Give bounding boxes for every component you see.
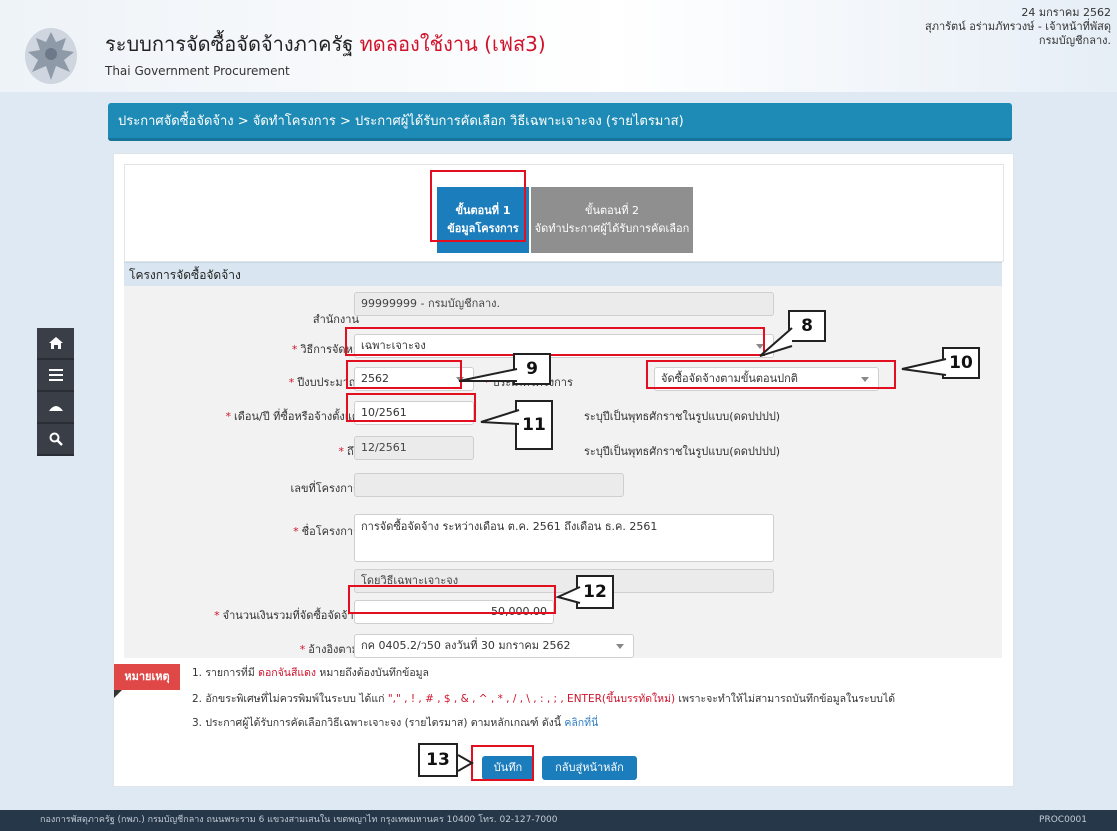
breadcrumb: ประกาศจัดซื้อจัดจ้าง > จัดทำโครงการ > ปร… [108,103,1012,141]
project-type-select[interactable]: จัดซื้อจัดจ้างตามขั้นตอนปกติ [654,367,879,391]
callout-10: 10 [901,347,980,379]
search-button[interactable] [37,424,74,456]
footer-address: กองการพัสดุภาครัฐ (กพภ.) กรมบัญชีกลาง ถน… [40,815,558,825]
system-name: ระบบการจัดซื้อจัดจ้างภาครัฐ [105,32,354,56]
step-1-tab[interactable]: ขั้นตอนที่ 1 ข้อมูลโครงการ [437,187,529,253]
current-date: 24 มกราคม 2562 [1021,6,1111,19]
step-2-label: จัดทำประกาศผู้ได้รับการคัดเลือก [534,222,690,235]
callout-10-pointer [901,358,947,376]
callout-13: 13 [418,743,475,777]
app-title: ระบบการจัดซื้อจัดจ้างภาครัฐ ทดลองใช้งาน … [105,28,546,60]
step-2-number: ขั้นตอนที่ 2 [584,204,640,217]
note-line-2: 2. อักขระพิเศษที่ไม่ควรพิมพ์ในระบบ ได้แก… [192,693,896,705]
collapse-button[interactable] [37,392,74,424]
save-button[interactable]: บันทึก [482,756,534,780]
user-department: กรมบัญชีกลาง. [1038,34,1111,47]
note-tag-tail [114,690,122,698]
step-1-number: ขั้นตอนที่ 1 [455,204,511,217]
project-name-field[interactable]: การจัดซื้อจัดจ้าง ระหว่างเดือน ต.ค. 2561… [354,514,774,562]
start-month-field[interactable]: 10/2561 [354,401,474,425]
callout-13-pointer [457,754,475,772]
side-toolbar [37,328,74,456]
collapse-icon [48,406,63,411]
page-code: PROC0001 [1039,815,1087,825]
end-month-hint: ระบุปีเป็นพุทธศักราชในรูปแบบ(ดดปปปป) [584,445,781,458]
main-panel: ขั้นตอนที่ 1 ข้อมูลโครงการ ขั้นตอนที่ 2 … [113,153,1014,787]
amount-field[interactable]: 50,000.00 [354,600,554,624]
step-1-label: ข้อมูลโครงการ [447,222,519,235]
callout-8-pointer [759,327,793,357]
back-to-main-button[interactable]: กลับสู่หน้าหลัก [542,756,637,780]
garuda-emblem-icon [25,28,77,84]
search-icon [49,432,63,446]
criteria-link[interactable]: คลิกที่นี่ [564,717,598,729]
trial-mode-label: ทดลองใช้งาน (เฟส3) [359,32,546,56]
callout-8: 8 [759,310,826,357]
note-line-1: 1. รายการที่มี ดอกจันสีแดง หมายถึงต้องบั… [192,667,429,679]
start-month-label: * เดือน/ปี ที่ซื้อหรือจ้างตั้งแต่ [225,410,359,423]
user-name: สุภารัตน์ อร่ามภัทรวงษ์ - เจ้าหน้าที่พัส… [924,20,1111,33]
reference-select[interactable]: กค 0405.2/ว50 ลงวันที่ 30 มกราคม 2562 [354,634,634,658]
method-label: * วิธีการจัดหา [291,343,359,356]
callout-12-pointer [555,586,581,604]
project-number-label: เลขที่โครงการ [290,482,359,495]
callout-12: 12 [555,575,614,609]
note-line-3: 3. ประกาศผู้ได้รับการคัดเลือกวิธีเฉพาะเจ… [192,717,599,729]
budget-year-label: * ปีงบประมาณ [288,376,359,389]
note-tag: หมายเหตุ [114,664,180,690]
home-button[interactable] [37,328,74,360]
amount-label: * จำนวนเงินรวมที่จัดซื้อจัดจ้าง [214,609,359,622]
step-2-tab[interactable]: ขั้นตอนที่ 2 จัดทำประกาศผู้ได้รับการคัดเ… [531,187,693,253]
menu-button[interactable] [37,360,74,392]
callout-11: 11 [480,400,553,450]
start-month-hint: ระบุปีเป็นพุทธศักราชในรูปแบบ(ดดปปปป) [584,410,781,423]
step-indicator: ขั้นตอนที่ 1 ข้อมูลโครงการ ขั้นตอนที่ 2 … [124,164,1004,262]
end-month-field: 12/2561 [354,436,474,460]
home-icon [48,337,63,349]
agency-field: 99999999 - กรมบัญชีกลาง. [354,292,774,316]
callout-11-pointer [480,409,520,425]
budget-year-select[interactable]: 2562 [354,367,474,391]
project-number-field [354,473,624,497]
project-name-label: * ชื่อโครงการ [293,525,359,538]
callout-9: 9 [458,353,551,385]
page-footer: กองการพัสดุภาครัฐ (กพภ.) กรมบัญชีกลาง ถน… [0,810,1117,831]
section-title: โครงการจัดซื้อจัดจ้าง [124,262,1002,286]
agency-label: สำนักงาน [312,313,359,326]
user-info: 24 มกราคม 2562 สุภารัตน์ อร่ามภัทรวงษ์ -… [925,6,1111,48]
menu-icon [48,369,63,381]
callout-9-pointer [458,368,518,382]
method-select[interactable]: เฉพาะเจาะจง [354,334,774,358]
app-header: ระบบการจัดซื้อจัดจ้างภาครัฐ ทดลองใช้งาน … [0,0,1117,92]
app-subtitle: Thai Government Procurement [105,64,290,78]
reference-label: * อ้างอิงตาม [299,643,359,656]
